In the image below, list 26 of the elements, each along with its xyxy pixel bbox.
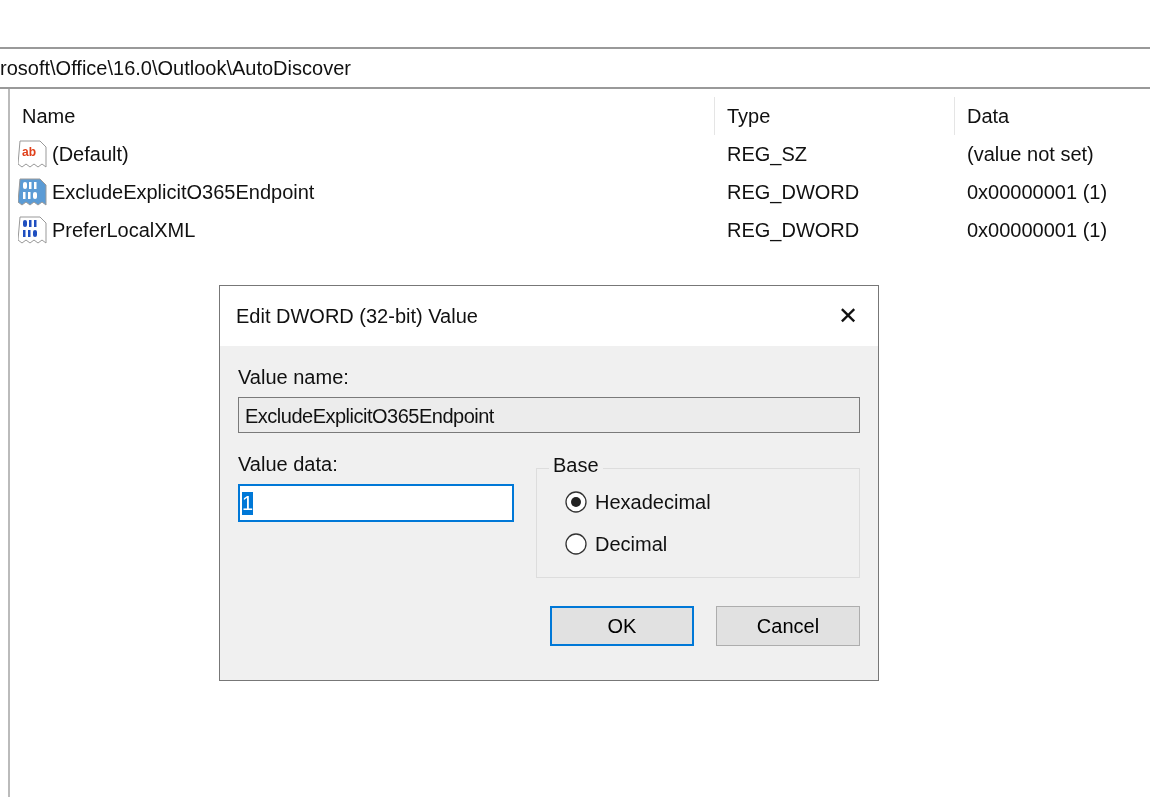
table-cell-text: REG_SZ	[726, 142, 809, 166]
field-label: Value name:	[238, 366, 350, 389]
string-value-icon: ab	[18, 139, 48, 169]
dialog-title: Edit DWORD (32-bit) Value	[236, 304, 478, 328]
value-name[interactable]: ExcludeExplicitO365Endpoint	[52, 180, 315, 204]
ok-button[interactable]: OK	[550, 606, 694, 646]
table-cell-text: (value not set)	[966, 142, 1095, 166]
value-data-field[interactable]: 1	[238, 484, 514, 522]
radio-label[interactable]: Decimal	[595, 532, 668, 556]
cancel-button[interactable]: Cancel	[716, 606, 860, 646]
table-cell-text: REG_DWORD	[726, 180, 861, 204]
column-header[interactable]: Type	[715, 97, 955, 135]
radio-label[interactable]: Hexadecimal	[595, 490, 711, 514]
address-bar[interactable]: rosoft\Office\16.0\Outlook\AutoDiscover	[0, 49, 1150, 89]
radio-button[interactable]	[565, 533, 587, 555]
column-header[interactable]: Data	[955, 97, 1150, 135]
table-cell-text: 0x00000001 (1)	[966, 180, 1109, 204]
table-cell-text: REG_DWORD	[726, 218, 861, 242]
close-button[interactable]: ✕	[834, 302, 862, 330]
field-label: Value data:	[238, 453, 339, 476]
value-name[interactable]: PreferLocalXML	[52, 218, 196, 242]
column-header[interactable]: Name	[10, 97, 715, 135]
radio-button[interactable]	[565, 491, 587, 513]
value-name-field[interactable]: ExcludeExplicitO365Endpoint	[238, 397, 860, 433]
value-name[interactable]: (Default)	[52, 142, 129, 166]
table-cell-text: 0x00000001 (1)	[966, 218, 1109, 242]
